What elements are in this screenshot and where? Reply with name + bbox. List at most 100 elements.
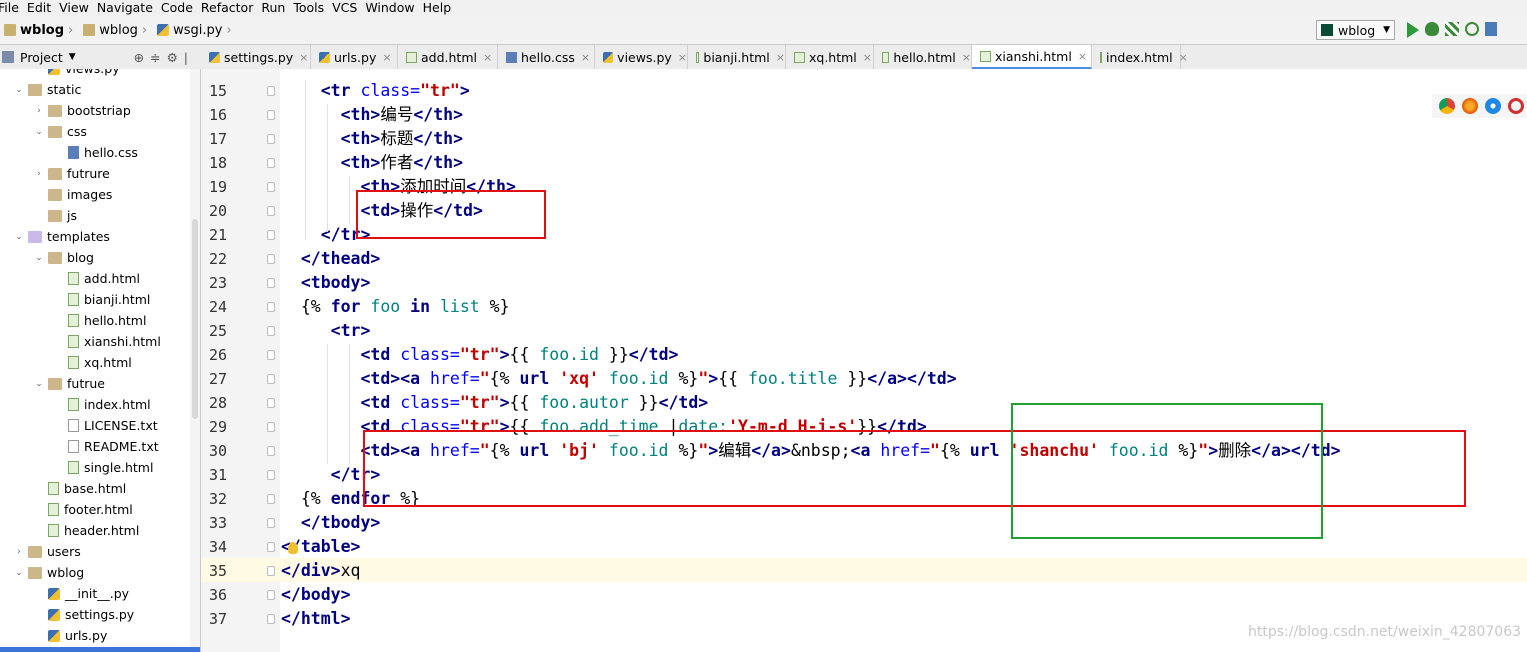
project-panel-header[interactable]: Project ▼ ⊕≑⚙| <box>0 45 200 69</box>
tab-xq-html[interactable]: xq.html × <box>786 45 874 69</box>
code-line[interactable]: <td><a href="{% url 'xq' foo.id %}">{{ f… <box>281 367 956 391</box>
chrome-icon[interactable] <box>1439 98 1455 114</box>
run-icon[interactable] <box>1407 22 1419 38</box>
breadcrumb-item[interactable]: wblog › <box>83 23 153 38</box>
tab-hello-css[interactable]: hello.css × <box>498 45 595 69</box>
tree-scrollbar-thumb[interactable] <box>192 219 198 419</box>
fold-marker[interactable] <box>267 254 275 264</box>
code-line[interactable]: <tbody> <box>281 271 371 295</box>
code-line[interactable]: <tr> <box>281 319 371 343</box>
code-line[interactable]: {% for foo in list %} <box>281 295 510 319</box>
tree-item[interactable]: README.txt <box>54 436 159 457</box>
code-line[interactable]: </html> <box>281 607 351 631</box>
menu-item-run[interactable]: Run <box>261 0 285 16</box>
panel-tools-icons[interactable]: ⊕≑⚙| <box>134 50 194 65</box>
fold-marker[interactable] <box>267 614 275 624</box>
fold-marker[interactable] <box>267 518 275 528</box>
menu-item-tools[interactable]: Tools <box>293 0 324 16</box>
close-icon[interactable]: × <box>776 51 785 64</box>
debug-icon[interactable] <box>1425 22 1439 36</box>
tree-item[interactable]: bianji.html <box>54 289 150 310</box>
tree-item[interactable]: index.html <box>54 394 151 415</box>
chevron-right-icon[interactable]: › <box>14 547 24 557</box>
chevron-down-icon[interactable]: ⌄ <box>34 379 44 389</box>
tab-add-html[interactable]: add.html × <box>398 45 498 69</box>
menu-item-edit[interactable]: Edit <box>27 0 51 16</box>
tree-item[interactable]: views.py <box>34 69 120 79</box>
fold-marker[interactable] <box>267 398 275 408</box>
menu-item-view[interactable]: View <box>59 0 89 16</box>
chevron-down-icon[interactable]: ⌄ <box>14 568 24 578</box>
fold-marker[interactable] <box>267 350 275 360</box>
coverage-icon[interactable] <box>1445 22 1459 36</box>
tab-urls-py[interactable]: urls.py × <box>311 45 398 69</box>
code-line[interactable]: </body> <box>281 583 351 607</box>
fold-marker[interactable] <box>267 158 275 168</box>
tree-item[interactable]: LICENSE.txt <box>54 415 158 436</box>
tree-item[interactable]: › bootstriap <box>34 100 131 121</box>
close-icon[interactable]: × <box>382 51 391 64</box>
close-icon[interactable]: × <box>863 51 872 64</box>
tree-item[interactable]: single.html <box>54 457 153 478</box>
chevron-right-icon[interactable]: › <box>34 106 44 116</box>
fold-marker[interactable] <box>267 302 275 312</box>
code-line[interactable]: </div>xq <box>281 559 360 583</box>
fold-marker[interactable] <box>267 446 275 456</box>
code-line[interactable]: <td class="tr">{{ foo.autor }}</td> <box>281 391 708 415</box>
breadcrumb-item[interactable]: wblog › <box>4 23 79 38</box>
profile-icon[interactable] <box>1465 22 1479 36</box>
close-icon[interactable]: × <box>581 51 590 64</box>
tab-views-py[interactable]: views.py × <box>595 45 688 69</box>
close-icon[interactable]: × <box>962 51 971 64</box>
menu-item-file[interactable]: File <box>0 0 19 16</box>
tree-item[interactable]: ⌄ futrue <box>34 373 105 394</box>
chevron-right-icon[interactable]: › <box>34 169 44 179</box>
tab-settings-py[interactable]: settings.py × <box>201 45 311 69</box>
tree-item[interactable]: ⌄ css <box>34 121 87 142</box>
chevron-down-icon[interactable]: ⌄ <box>34 127 44 137</box>
fold-marker[interactable] <box>267 590 275 600</box>
chevron-down-icon[interactable]: ▼ <box>69 52 76 62</box>
menu-item-refactor[interactable]: Refactor <box>201 0 253 16</box>
tree-item[interactable]: images <box>34 184 112 205</box>
tree-item[interactable]: footer.html <box>34 499 133 520</box>
tree-item[interactable]: __init__.py <box>34 583 129 604</box>
menu-item-code[interactable]: Code <box>161 0 193 16</box>
tree-item[interactable]: add.html <box>54 268 140 289</box>
chevron-down-icon[interactable]: ⌄ <box>14 85 24 95</box>
fold-marker[interactable] <box>267 230 275 240</box>
close-icon[interactable]: × <box>678 51 687 64</box>
tree-item[interactable]: ⌄ blog <box>34 247 94 268</box>
tree-item[interactable]: xianshi.html <box>54 331 161 352</box>
safari-icon[interactable] <box>1485 98 1501 114</box>
tree-item[interactable]: hello.html <box>54 310 146 331</box>
code-line[interactable]: </tbody> <box>281 511 380 535</box>
close-icon[interactable]: × <box>1179 51 1188 64</box>
code-line[interactable]: <tr class="tr"> <box>281 79 470 103</box>
fold-marker[interactable] <box>267 86 275 96</box>
fold-marker[interactable] <box>267 110 275 120</box>
tree-item[interactable]: ⌄ templates <box>14 226 110 247</box>
fold-marker[interactable] <box>267 542 275 552</box>
fold-marker[interactable] <box>267 422 275 432</box>
fold-marker[interactable] <box>267 278 275 288</box>
menu-item-help[interactable]: Help <box>423 0 452 16</box>
tree-item[interactable]: ⌄ static <box>14 79 81 100</box>
tree-item[interactable]: ⌄ wblog <box>14 562 84 583</box>
tab-xianshi-html[interactable]: xianshi.html × <box>972 45 1092 70</box>
chevron-down-icon[interactable]: ⌄ <box>34 253 44 263</box>
tree-item[interactable]: hello.css <box>54 142 138 163</box>
code-line[interactable]: <td class="tr">{{ foo.id }}</td> <box>281 343 678 367</box>
code-line[interactable]: <th>编号</th> <box>281 103 463 127</box>
fold-marker[interactable] <box>267 134 275 144</box>
fold-marker[interactable] <box>267 182 275 192</box>
tab-bianji-html[interactable]: bianji.html × <box>688 45 786 69</box>
stop-icon[interactable] <box>1485 22 1497 36</box>
breadcrumb-item[interactable]: wsgi.py › <box>157 23 238 38</box>
code-line[interactable]: <th>标题</th> <box>281 127 463 151</box>
tab-index-html[interactable]: index.html × <box>1092 45 1188 69</box>
menu-item-vcs[interactable]: VCS <box>332 0 357 16</box>
tree-item[interactable]: xq.html <box>54 352 132 373</box>
lightbulb-icon[interactable] <box>288 542 298 554</box>
fold-marker[interactable] <box>267 374 275 384</box>
